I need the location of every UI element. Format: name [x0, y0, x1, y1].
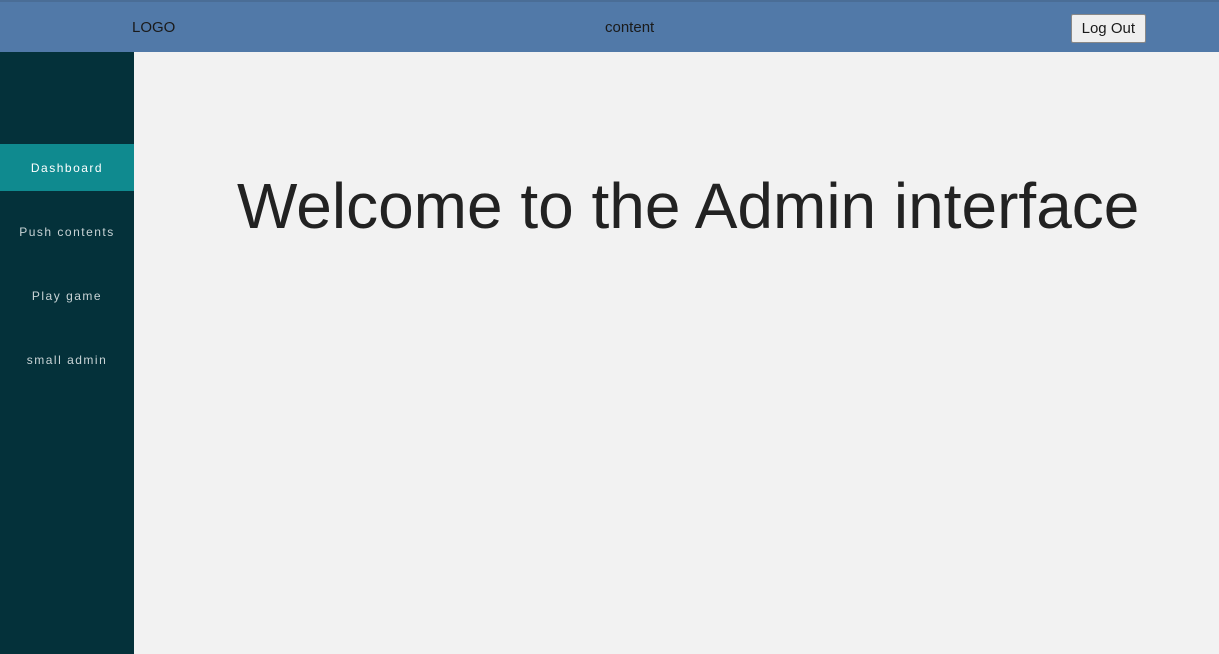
- sidebar-spacer: [0, 52, 134, 144]
- main-content: Welcome to the Admin interface: [134, 52, 1219, 654]
- sidebar-item-small-admin[interactable]: small admin: [0, 336, 134, 383]
- sidebar-item-play-game[interactable]: Play game: [0, 272, 134, 319]
- sidebar-item-label: Dashboard: [31, 161, 103, 175]
- topbar: LOGO content Log Out: [0, 2, 1219, 52]
- sidebar-item-label: Play game: [32, 289, 102, 303]
- sidebar-item-label: Push contents: [19, 225, 115, 239]
- sidebar-item-dashboard[interactable]: Dashboard: [0, 144, 134, 191]
- logo: LOGO: [132, 19, 175, 36]
- sidebar: Dashboard Push contents Play game small …: [0, 52, 134, 654]
- header-content-label: content: [605, 19, 654, 36]
- page-heading: Welcome to the Admin interface: [237, 169, 1139, 243]
- sidebar-item-label: small admin: [27, 353, 108, 367]
- logout-button[interactable]: Log Out: [1071, 14, 1146, 43]
- sidebar-item-push-contents[interactable]: Push contents: [0, 208, 134, 255]
